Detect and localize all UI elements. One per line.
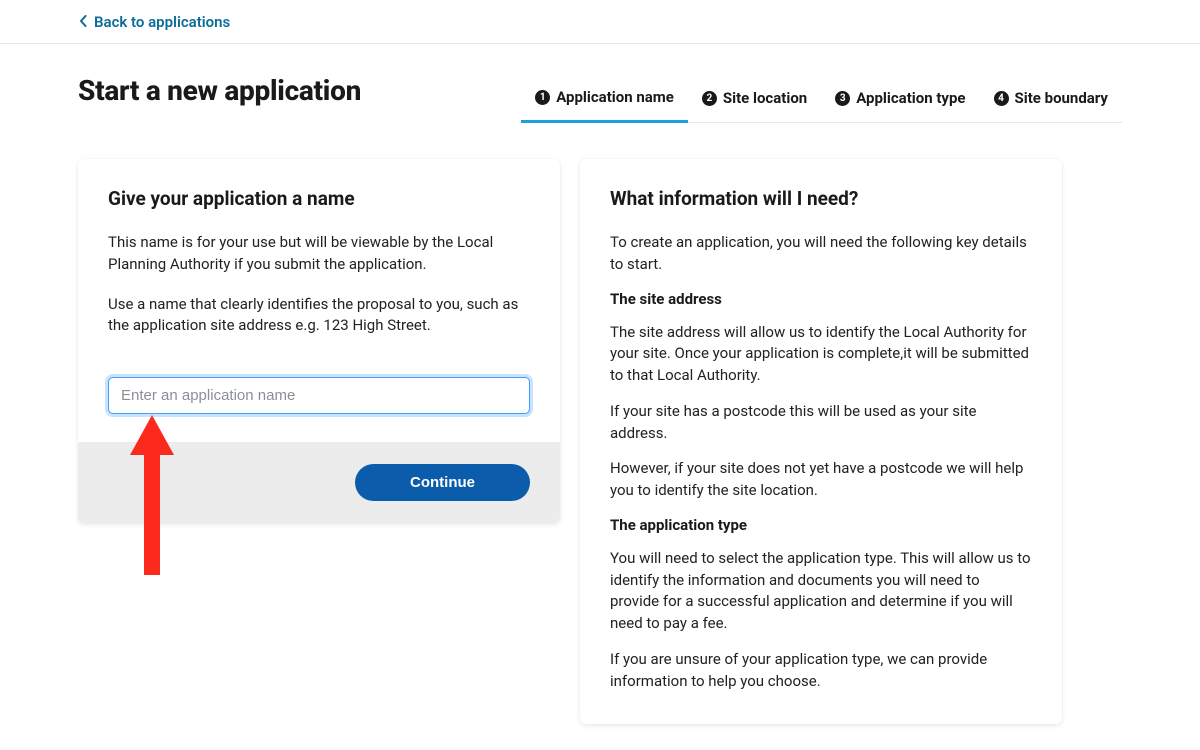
step-number-icon: 2 (702, 91, 717, 106)
left-para-2: Use a name that clearly identifies the p… (108, 294, 530, 338)
info-intro: To create an application, you will need … (610, 232, 1032, 276)
info-sub-application-type: The application type (610, 516, 1032, 534)
step-number-icon: 1 (535, 90, 550, 105)
info-text-2: If your site has a postcode this will be… (610, 401, 1032, 445)
continue-button[interactable]: Continue (355, 464, 530, 501)
back-to-applications-link[interactable]: Back to applications (78, 13, 230, 31)
step-application-type[interactable]: 3 Application type (821, 78, 979, 122)
step-application-name[interactable]: 1 Application name (521, 78, 688, 123)
step-number-icon: 4 (994, 91, 1009, 106)
step-site-boundary[interactable]: 4 Site boundary (980, 78, 1122, 122)
application-name-card: Give your application a name This name i… (78, 159, 560, 523)
progress-steps: 1 Application name 2 Site location 3 App… (521, 78, 1122, 123)
info-text-3: However, if your site does not yet have … (610, 458, 1032, 502)
step-label: Site location (723, 89, 807, 107)
step-label: Application name (556, 88, 674, 106)
page-title: Start a new application (78, 74, 361, 107)
right-card-title: What information will I need? (610, 187, 1032, 210)
application-name-input[interactable] (108, 377, 530, 414)
step-label: Application type (856, 89, 965, 107)
info-sub-site-address: The site address (610, 290, 1032, 308)
left-para-1: This name is for your use but will be vi… (108, 232, 530, 276)
step-number-icon: 3 (835, 91, 850, 106)
info-text-1: The site address will allow us to identi… (610, 322, 1032, 387)
left-card-title: Give your application a name (108, 187, 530, 210)
info-card: What information will I need? To create … (580, 159, 1062, 724)
step-site-location[interactable]: 2 Site location (688, 78, 821, 122)
back-link-label: Back to applications (94, 13, 230, 31)
chevron-left-icon (78, 13, 88, 31)
step-label: Site boundary (1015, 89, 1108, 107)
info-text-5: If you are unsure of your application ty… (610, 649, 1032, 693)
info-text-4: You will need to select the application … (610, 548, 1032, 635)
